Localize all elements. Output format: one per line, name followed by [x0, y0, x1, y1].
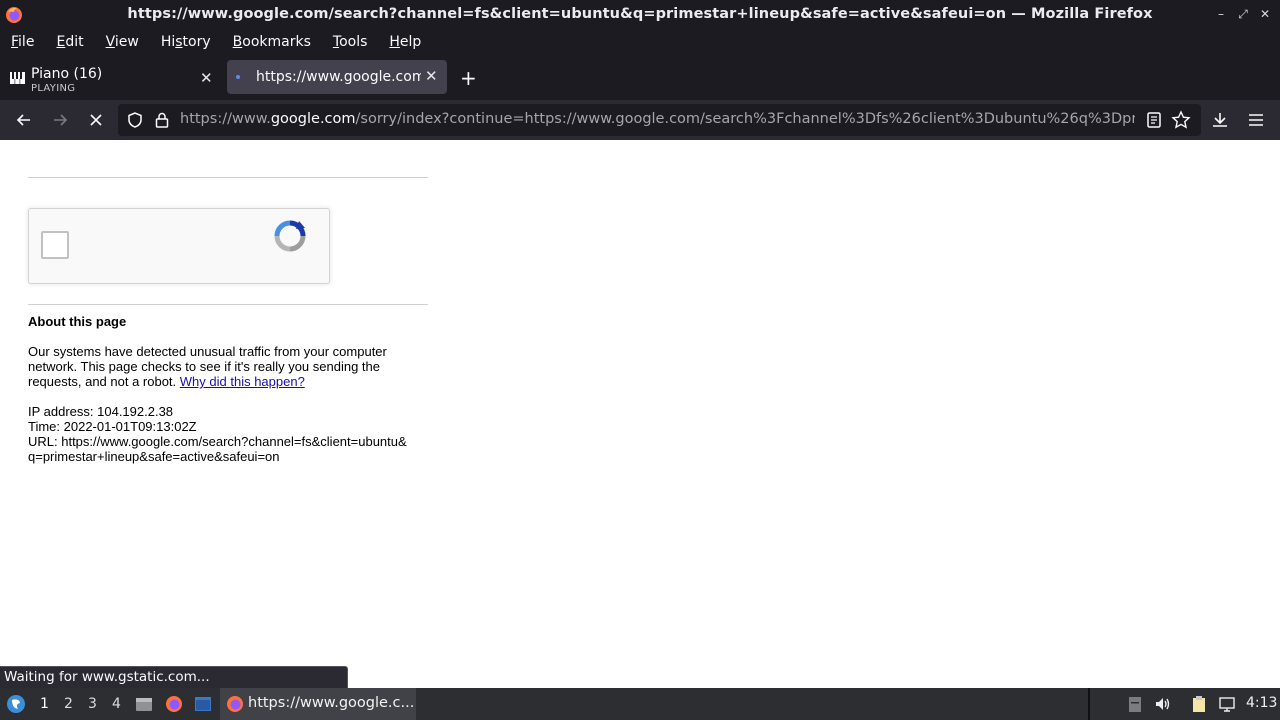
url-text-line2: q=primestar+lineup&safe=active&safeui=on: [28, 449, 280, 464]
menu-edit[interactable]: Edit: [56, 34, 83, 50]
maximize-icon[interactable]: ⤢: [1238, 7, 1248, 21]
tab-google[interactable]: https://www.google.com/sorry/index?conti…: [227, 60, 447, 94]
clock: 4:13: [1246, 695, 1278, 711]
piano-favicon-icon: [10, 72, 25, 84]
recaptcha-widget: [28, 208, 330, 284]
tab-piano[interactable]: Piano (16) PLAYING ✕: [0, 58, 222, 96]
window-titlebar: https://www.google.com/search?channel=fs…: [0, 0, 1280, 30]
why-did-this-happen-link[interactable]: Why did this happen?: [180, 374, 305, 389]
shield-icon[interactable]: [126, 111, 144, 129]
url-text-line1: URL: https://www.google.com/search?chann…: [28, 434, 407, 449]
bookmark-star-icon[interactable]: [1171, 110, 1191, 130]
loading-icon: [236, 75, 240, 79]
workspace-3[interactable]: 3: [88, 696, 97, 712]
unusual-traffic-text: Our systems have detected unusual traffi…: [28, 344, 387, 389]
clipboard-icon[interactable]: [1190, 695, 1208, 713]
tab-close-icon[interactable]: ✕: [425, 67, 438, 85]
firefox-task-icon: [227, 696, 243, 712]
network-icon[interactable]: [1218, 695, 1236, 713]
tab-title: https://www.google.com/sorry/index?conti…: [256, 69, 421, 85]
task-title: https://www.google.c...: [248, 695, 415, 711]
tab-playing-label: PLAYING: [31, 83, 76, 94]
about-heading: About this page: [28, 314, 127, 329]
recaptcha-logo-icon: [274, 220, 306, 252]
time-text: Time: 2022-01-01T09:13:02Z: [28, 419, 197, 434]
menu-view[interactable]: View: [106, 34, 139, 50]
terminal-icon[interactable]: [194, 695, 212, 713]
url-text[interactable]: https://www.google.com/sorry/index?conti…: [180, 111, 1135, 127]
firefox-launcher-icon[interactable]: [165, 695, 183, 713]
close-window-icon[interactable]: ✕: [1260, 7, 1270, 21]
menu-tools[interactable]: Tools: [333, 34, 368, 50]
window-title: https://www.google.com/search?channel=fs…: [127, 6, 1153, 22]
status-bar: Waiting for www.gstatic.com...: [0, 666, 348, 688]
divider: [28, 177, 428, 178]
tab-strip: Piano (16) PLAYING ✕ https://www.google.…: [0, 54, 1280, 100]
taskbar-firefox-window[interactable]: https://www.google.c...: [220, 688, 416, 720]
file-manager-icon[interactable]: [135, 695, 153, 713]
menu-history[interactable]: History: [161, 34, 211, 50]
divider: [28, 304, 428, 305]
downloads-icon[interactable]: [1210, 110, 1230, 130]
reader-view-icon[interactable]: [1146, 111, 1162, 129]
volume-icon[interactable]: [1154, 695, 1172, 713]
menu-help[interactable]: Help: [389, 34, 421, 50]
navigation-bar: https://www.google.com/sorry/index?conti…: [0, 100, 1280, 140]
start-menu-icon[interactable]: [6, 694, 26, 714]
workspace-4[interactable]: 4: [112, 696, 121, 712]
menu-file[interactable]: File: [11, 34, 34, 50]
hamburger-menu-icon[interactable]: [1246, 110, 1266, 130]
new-tab-icon[interactable]: +: [460, 66, 477, 90]
tab-close-icon[interactable]: ✕: [200, 69, 213, 87]
forward-icon[interactable]: [50, 110, 70, 130]
url-bar[interactable]: https://www.google.com/sorry/index?conti…: [118, 104, 1201, 136]
workspace-1[interactable]: 1: [40, 696, 49, 712]
stop-icon[interactable]: [86, 110, 106, 130]
battery-icon[interactable]: [1126, 695, 1144, 713]
tray-separator: [1088, 688, 1090, 720]
back-icon[interactable]: [14, 110, 34, 130]
lock-icon[interactable]: [154, 111, 170, 129]
tab-title: Piano (16): [31, 66, 103, 82]
menu-bar: File Edit View History Bookmarks Tools H…: [0, 30, 1280, 54]
menu-bookmarks[interactable]: Bookmarks: [233, 34, 311, 50]
workspace-2[interactable]: 2: [64, 696, 73, 712]
taskbar: 1 2 3 4 https://www.google.c... 4:13: [0, 688, 1280, 720]
minimize-icon[interactable]: –: [1216, 7, 1226, 21]
ip-address-text: IP address: 104.192.2.38: [28, 404, 174, 419]
recaptcha-checkbox[interactable]: [41, 231, 69, 259]
page-content: About this page Our systems have detecte…: [0, 140, 1280, 688]
